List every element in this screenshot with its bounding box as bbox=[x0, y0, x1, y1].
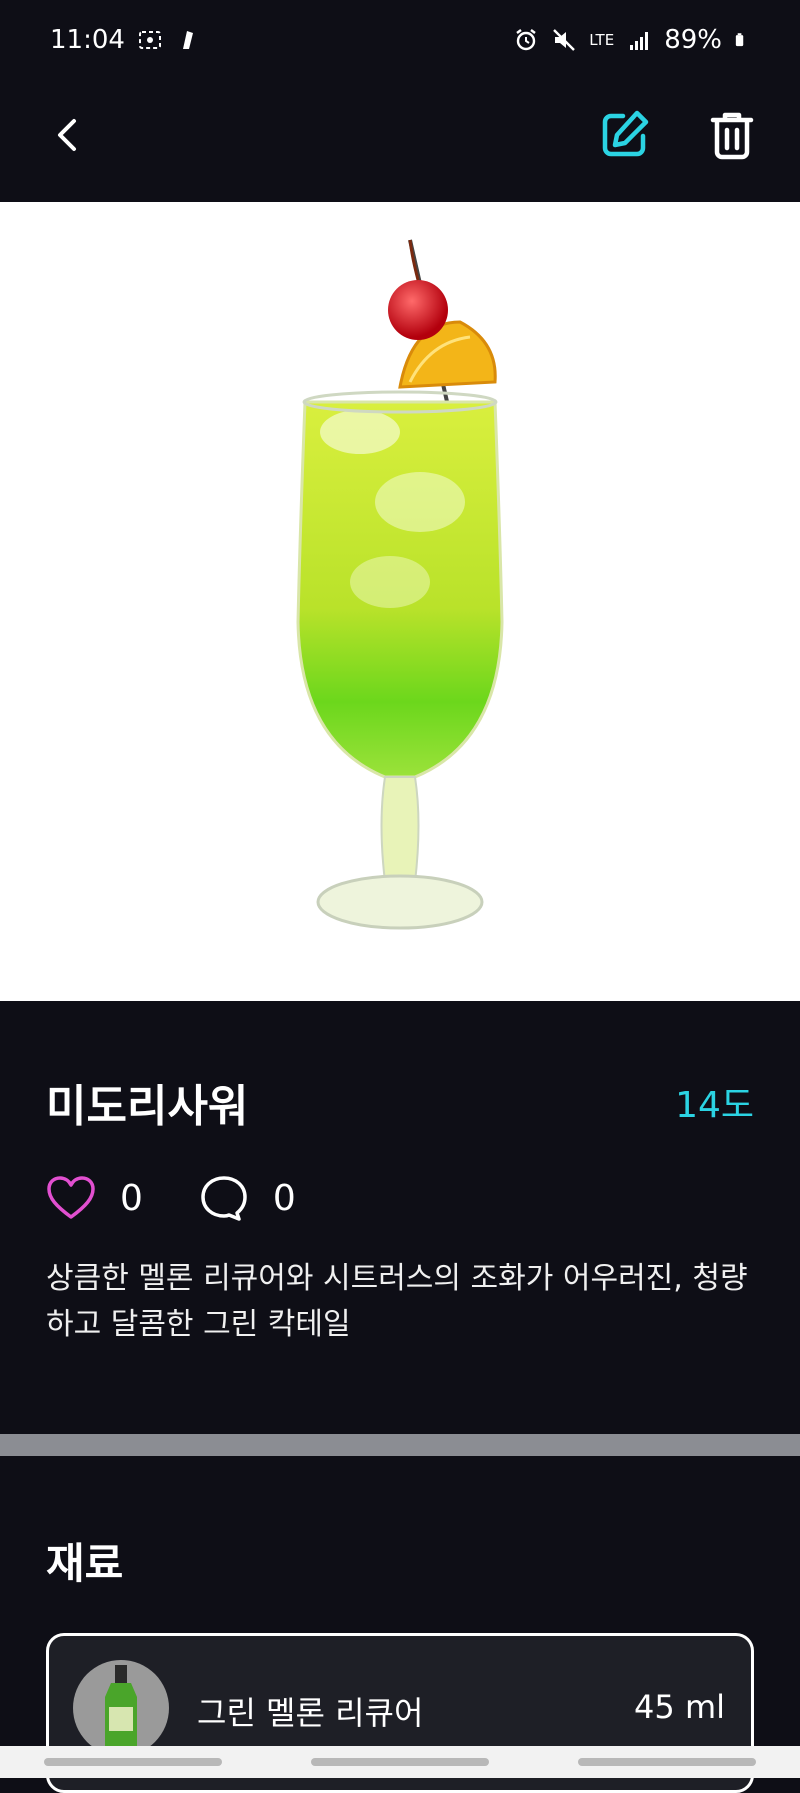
abv-badge: 14도 bbox=[675, 1085, 754, 1126]
status-time: 11:04 bbox=[50, 25, 125, 55]
ingredients-title: 재료 bbox=[46, 1539, 124, 1588]
signal-icon bbox=[630, 32, 649, 50]
mute-icon bbox=[553, 29, 576, 51]
comment-count: 0 bbox=[272, 1177, 296, 1219]
screen-record-icon bbox=[138, 31, 161, 49]
gallery-icon bbox=[182, 31, 193, 49]
nav-recents-button[interactable] bbox=[44, 1758, 223, 1766]
status-left: 11:04 bbox=[50, 25, 201, 55]
top-app-bar bbox=[0, 90, 800, 180]
cocktail-name: 미도리사워 bbox=[46, 1081, 249, 1132]
cocktail-detail: 미도리사워 14도 0 0 상큼한 멜론 리큐어와 시트러스의 조화가 어우러진… bbox=[46, 1070, 754, 1348]
trash-icon bbox=[710, 112, 754, 160]
title-row: 미도리사워 14도 bbox=[46, 1070, 754, 1134]
toolbar-actions bbox=[596, 107, 760, 163]
cocktail-image bbox=[0, 202, 800, 1001]
status-bar: 11:04 LTE 89% bbox=[0, 0, 800, 80]
section-divider bbox=[0, 1434, 800, 1456]
stats-row: 0 0 bbox=[46, 1174, 754, 1222]
comment-icon[interactable] bbox=[199, 1174, 249, 1222]
battery-icon bbox=[735, 33, 744, 47]
alarm-icon bbox=[516, 29, 536, 51]
ingredient-name: 그린 멜론 리큐어 bbox=[197, 1694, 424, 1732]
liqueur-bottle-icon bbox=[105, 1665, 137, 1749]
edit-button[interactable] bbox=[596, 107, 652, 163]
nav-back-button[interactable] bbox=[577, 1758, 756, 1766]
delete-button[interactable] bbox=[704, 107, 760, 163]
status-right: LTE 89% bbox=[513, 25, 750, 55]
cocktail-description: 상큼한 멜론 리큐어와 시트러스의 조화가 어우러진, 청량하고 달콤한 그린 … bbox=[46, 1261, 748, 1342]
comment-stat[interactable]: 0 bbox=[199, 1174, 296, 1222]
ingredient-amount: 45 ml bbox=[634, 1688, 725, 1726]
like-stat[interactable]: 0 bbox=[46, 1175, 143, 1221]
ingredient-thumbnail bbox=[73, 1660, 169, 1756]
heart-icon[interactable] bbox=[46, 1175, 96, 1221]
cocktail-glass-illustration bbox=[296, 239, 504, 930]
chevron-left-icon bbox=[58, 119, 76, 151]
back-button[interactable] bbox=[40, 107, 96, 163]
edit-icon bbox=[602, 110, 649, 157]
nav-home-button[interactable] bbox=[310, 1758, 489, 1766]
system-nav-bar bbox=[0, 1746, 800, 1778]
like-count: 0 bbox=[120, 1177, 143, 1219]
lte-icon: LTE bbox=[589, 31, 615, 49]
battery-percent: 89% bbox=[664, 25, 722, 55]
